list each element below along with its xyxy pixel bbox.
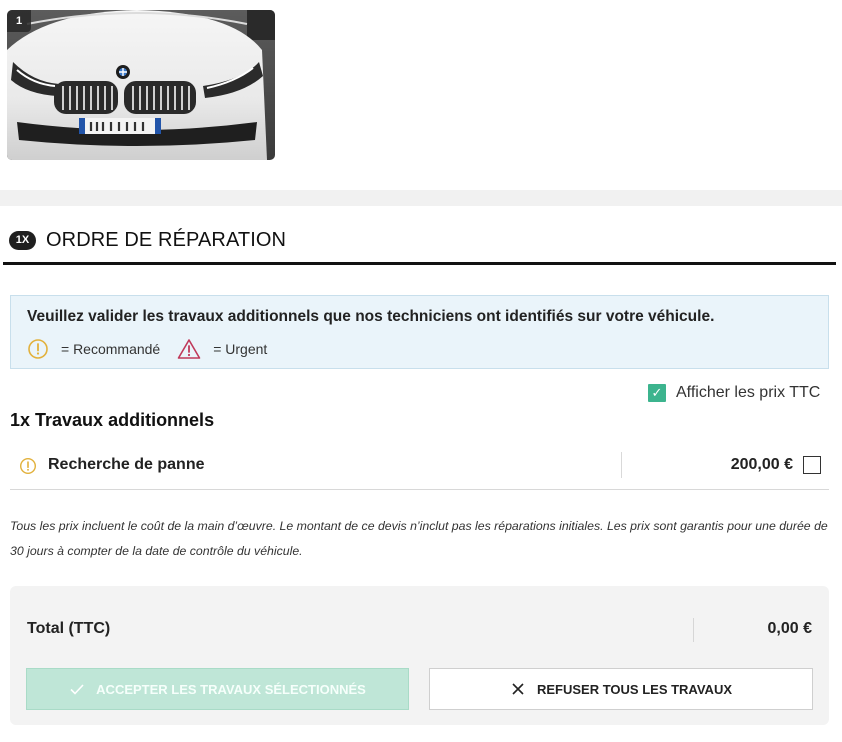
order-title: ORDRE DE RÉPARATION <box>46 228 287 251</box>
job-row[interactable]: Recherche de panne 200,00 € <box>10 446 829 490</box>
total-label: Total (TTC) <box>27 620 111 637</box>
info-message: Veuillez valider les travaux additionnel… <box>27 308 715 325</box>
ttc-checkbox[interactable]: ✓ <box>648 384 666 402</box>
column-separator <box>621 452 622 478</box>
show-ttc-prices-toggle[interactable]: ✓ Afficher les prix TTC <box>648 384 820 402</box>
car-image <box>7 10 275 160</box>
urgent-icon <box>177 338 201 360</box>
ttc-toggle-label: Afficher les prix TTC <box>676 384 821 401</box>
quantity-badge: 1X <box>9 230 36 250</box>
accept-button-label: ACCEPTER LES TRAVAUX SÉLECTIONNÉS <box>96 681 366 697</box>
total-value: 0,00 € <box>767 620 812 637</box>
refuse-all-work-button[interactable]: REFUSER TOUS LES TRAVAUX <box>429 668 813 710</box>
column-separator <box>693 618 694 642</box>
refuse-button-label: REFUSER TOUS LES TRAVAUX <box>536 681 733 697</box>
additional-work-title: 1x Travaux additionnels <box>10 410 215 430</box>
job-name: Recherche de panne <box>48 456 205 473</box>
section-divider-band <box>0 190 842 206</box>
legend-recommended-label: = Recommandé <box>61 341 161 357</box>
recommended-icon <box>27 338 49 360</box>
vehicle-photo[interactable]: 1 <box>7 10 275 160</box>
info-box: Veuillez valider les travaux additionnel… <box>10 295 829 369</box>
job-select-checkbox[interactable] <box>803 456 821 474</box>
order-header: 1X ORDRE DE RÉPARATION <box>9 226 286 254</box>
job-price: 200,00 € <box>730 456 793 473</box>
photo-index-badge: 1 <box>7 10 31 32</box>
legend: = Recommandé = Urgent <box>27 338 267 360</box>
header-rule <box>3 262 836 265</box>
price-disclaimer: Tous les prix incluent le coût de la mai… <box>10 519 828 558</box>
close-icon <box>510 681 526 697</box>
recommended-icon <box>19 457 37 475</box>
total-panel: Total (TTC) 0,00 € ACCEPTER LES TRAVAUX … <box>10 586 829 725</box>
accept-selected-work-button[interactable]: ACCEPTER LES TRAVAUX SÉLECTIONNÉS <box>26 668 409 710</box>
check-icon <box>69 681 85 697</box>
legend-urgent-label: = Urgent <box>213 341 268 357</box>
